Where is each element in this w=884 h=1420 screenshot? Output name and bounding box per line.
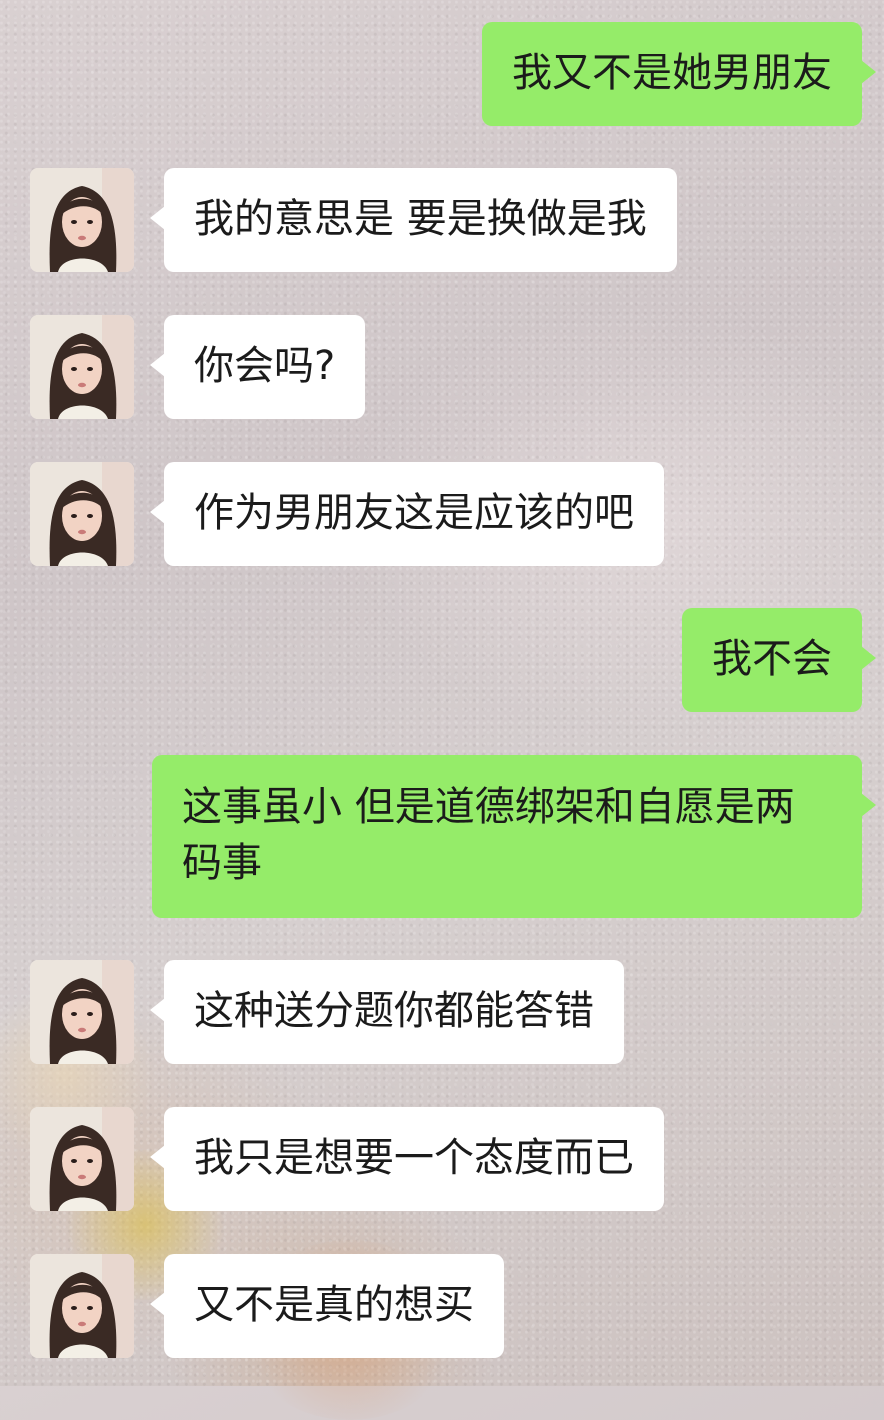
incoming-message-bubble[interactable]: 这种送分题你都能答错: [150, 960, 624, 1064]
incoming-message-bubble[interactable]: 作为男朋友这是应该的吧: [150, 462, 664, 566]
contact-avatar[interactable]: [30, 1107, 134, 1211]
contact-avatar[interactable]: [30, 960, 134, 1064]
incoming-message-bubble[interactable]: 又不是真的想买: [150, 1254, 504, 1358]
outgoing-message-bubble[interactable]: 我不会: [682, 608, 876, 712]
avatar-image: [30, 462, 134, 566]
incoming-message-bubble[interactable]: 我的意思是 要是换做是我: [150, 168, 677, 272]
incoming-message-bubble[interactable]: 我只是想要一个态度而已: [150, 1107, 664, 1211]
contact-avatar[interactable]: [30, 315, 134, 419]
avatar-image: [30, 1107, 134, 1211]
incoming-message-bubble[interactable]: 你会吗?: [149, 315, 366, 419]
outgoing-message-bubble[interactable]: 这事虽小 但是道德绑架和自愿是两码事: [152, 755, 876, 918]
contact-avatar[interactable]: [30, 1254, 134, 1358]
contact-avatar[interactable]: [30, 168, 134, 272]
chat-message-list[interactable]: 我又不是她男朋友 我的意思是 要是换做是我 你会吗? 作为男朋友这是应该的吧 我…: [0, 0, 884, 1386]
outgoing-message-bubble[interactable]: 我又不是她男朋友: [482, 22, 876, 126]
contact-avatar[interactable]: [30, 462, 134, 566]
avatar-image: [30, 315, 134, 419]
avatar-image: [30, 168, 134, 272]
avatar-image: [30, 960, 134, 1064]
avatar-image: [30, 1254, 134, 1358]
